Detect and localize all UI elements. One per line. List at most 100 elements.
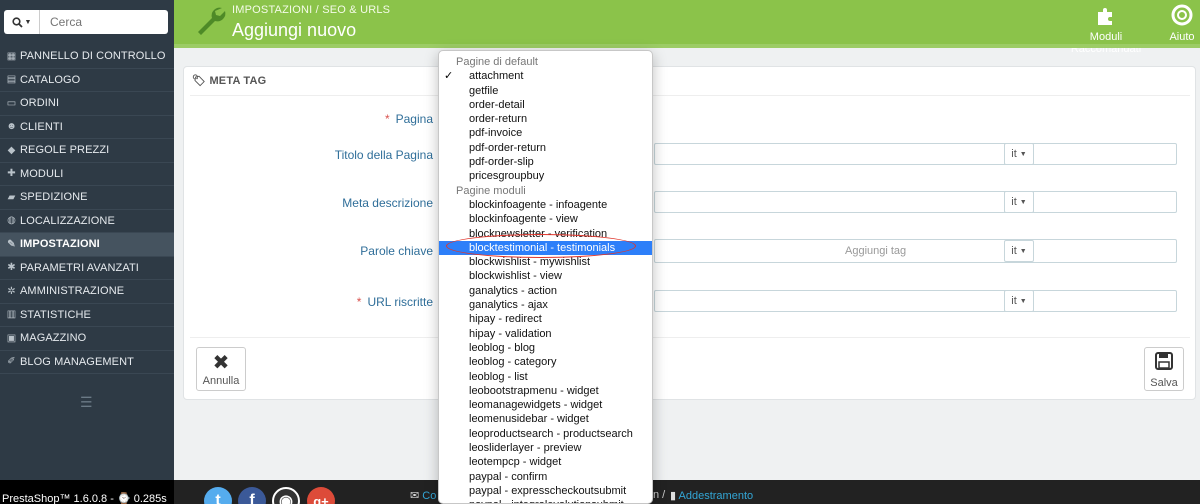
url-input[interactable] xyxy=(654,290,1177,312)
dropdown-option[interactable]: blockinfoagente - infoagente xyxy=(439,198,652,212)
tags-icon: ◆ xyxy=(7,144,16,156)
dropdown-option[interactable]: order-detail xyxy=(439,98,652,112)
sidebar-item-label: PANNELLO DI CONTROLLO xyxy=(20,50,166,63)
description-language-select[interactable]: it ▼ xyxy=(1004,191,1034,213)
dropdown-option[interactable]: paypal - expresscheckoutsubmit xyxy=(439,484,652,498)
sidebar-item-catalogo[interactable]: ▤ CATALOGO xyxy=(0,69,174,92)
chart-icon: ▥ xyxy=(6,309,17,321)
dropdown-option[interactable]: blocktestimonial - testimonials xyxy=(439,240,652,256)
sidebar-item-clienti[interactable]: ☻ CLIENTI xyxy=(0,116,174,139)
description-input[interactable] xyxy=(654,191,1177,213)
dropdown-option[interactable]: hipay - validation xyxy=(439,327,652,341)
dropdown-option[interactable]: pdf-order-return xyxy=(439,141,652,155)
keywords-input[interactable]: Aggiungi tag xyxy=(654,239,1177,263)
sidebar-item-ordini[interactable]: ▭ ORDINI xyxy=(0,92,174,116)
sidebar-item-pannello-di-controllo[interactable]: ▦ PANNELLO DI CONTROLLO xyxy=(0,45,174,69)
dropdown-option-label: leoblog - blog xyxy=(469,341,536,354)
dropdown-option-label: blockinfoagente - view xyxy=(469,213,578,226)
cancel-button[interactable]: ✖ Annulla xyxy=(196,347,246,391)
save-button[interactable]: Salva xyxy=(1144,347,1184,391)
sidebar: ▼ ▦PANNELLO DI CONTROLLO▤CATALOGO▭ORDINI… xyxy=(0,0,174,504)
sidebar-item-magazzino[interactable]: ▣ MAGAZZINO xyxy=(0,327,174,351)
dropdown-option[interactable]: paypal - integralevolutionsubmit xyxy=(439,498,652,503)
panel-heading: 🏷︎ META TAG xyxy=(192,74,266,87)
dropdown-option-label: leomenusidebar - widget xyxy=(469,413,589,426)
sidebar-item-regole-prezzi[interactable]: ◆ REGOLE PREZZI xyxy=(0,139,174,163)
wrench-icon xyxy=(194,4,228,46)
dropdown-option-label: leoproductsearch - productsearch xyxy=(469,427,633,440)
search-input[interactable] xyxy=(40,11,160,33)
building-icon: ▣ xyxy=(6,332,17,344)
breadcrumb[interactable]: IMPOSTAZIONI / SEO & URLS xyxy=(232,4,390,16)
page-select-dropdown[interactable]: Pagine di default ✓ attachment getfile order… xyxy=(438,50,653,504)
dropdown-option[interactable]: leosliderlayer - preview xyxy=(439,441,652,455)
help-button[interactable]: Aiuto xyxy=(1164,4,1200,43)
title-language-select[interactable]: it ▼ xyxy=(1004,143,1034,165)
collapse-menu-icon[interactable]: ☰ xyxy=(80,394,93,411)
sidebar-item-spedizione[interactable]: ▰ SPEDIZIONE xyxy=(0,186,174,210)
dropdown-option-label: order-return xyxy=(469,113,528,126)
dropdown-option[interactable]: ✓ attachment xyxy=(439,69,652,83)
caret-icon: ▼ xyxy=(1019,150,1027,158)
search-button[interactable]: ▼ xyxy=(4,10,40,34)
dropdown-option[interactable]: hipay - redirect xyxy=(439,312,652,326)
dropdown-option[interactable]: leoproductsearch - productsearch xyxy=(439,427,652,441)
dropdown-option[interactable]: blockwishlist - mywishlist xyxy=(439,255,652,269)
caret-icon: ▼ xyxy=(1019,297,1027,305)
meta-tag-panel: 🏷︎ META TAG * Pagina Titolo della Pagina … xyxy=(183,66,1196,400)
sidebar-item-parametri-avanzati[interactable]: ✱ PARAMETRI AVANZATI xyxy=(0,257,174,280)
cancel-label: Annulla xyxy=(202,375,240,387)
url-label: * URL riscritte xyxy=(356,295,433,309)
dropdown-option[interactable]: paypal - confirm xyxy=(439,470,652,484)
sidebar-item-label: AMMINISTRAZIONE xyxy=(20,285,125,298)
dropdown-option-label: blockwishlist - view xyxy=(469,270,562,283)
sidebar-item-moduli[interactable]: ✚ MODULI xyxy=(0,163,174,186)
url-language-select[interactable]: it ▼ xyxy=(1004,290,1034,312)
dropdown-option-label: ganalytics - ajax xyxy=(469,299,548,312)
dropdown-option-label: pdf-invoice xyxy=(469,127,523,140)
dropdown-option[interactable]: blockinfoagente - view xyxy=(439,212,652,226)
dropdown-option[interactable]: leomanagewidgets - widget xyxy=(439,398,652,412)
dropdown-option-label: leosliderlayer - preview xyxy=(469,442,582,455)
sidebar-item-label: SPEDIZIONE xyxy=(20,191,88,204)
dropdown-option-label: pdf-order-slip xyxy=(469,156,534,169)
sidebar-item-statistiche[interactable]: ▥ STATISTICHE xyxy=(0,304,174,327)
option-group-label: Pagine di default xyxy=(456,56,538,68)
sidebar-item-label: STATISTICHE xyxy=(20,308,91,321)
keywords-label: Parole chiave xyxy=(360,244,433,258)
dropdown-option[interactable]: pdf-order-slip xyxy=(439,155,652,169)
keywords-language-select[interactable]: it ▼ xyxy=(1004,240,1034,262)
dropdown-option[interactable]: pdf-invoice xyxy=(439,126,652,140)
header-strip xyxy=(174,44,1200,48)
dropdown-option[interactable]: leoblog - category xyxy=(439,355,652,369)
sidebar-item-impostazioni[interactable]: ✎ IMPOSTAZIONI xyxy=(0,233,174,257)
dropdown-option[interactable]: leoblog - list xyxy=(439,370,652,384)
dropdown-option[interactable]: order-return xyxy=(439,112,652,126)
title-input[interactable] xyxy=(654,143,1177,165)
title-label: Titolo della Pagina xyxy=(334,148,433,162)
sidebar-item-label: MODULI xyxy=(20,167,64,180)
dropdown-option[interactable]: getfile xyxy=(439,84,652,98)
sidebar-item-localizzazione[interactable]: ◍ LOCALIZZAZIONE xyxy=(0,210,174,233)
dropdown-option[interactable]: ganalytics - action xyxy=(439,284,652,298)
dropdown-option[interactable]: leomenusidebar - widget xyxy=(439,412,652,426)
sidebar-item-label: CATALOGO xyxy=(20,73,81,86)
dropdown-option-label: blockinfoagente - infoagente xyxy=(469,198,608,211)
dropdown-option[interactable]: blockwishlist - view xyxy=(439,269,652,283)
version-footer: PrestaShop™ 1.6.0.8 - ⌚ 0.285s xyxy=(0,480,174,504)
chevron-down-icon: ▼ xyxy=(24,18,32,26)
sidebar-item-blog-management[interactable]: ✐ BLOG MANAGEMENT xyxy=(0,351,174,374)
contact-link[interactable]: ✉ Co xyxy=(410,489,436,502)
sidebar-item-label: CLIENTI xyxy=(20,120,63,133)
dropdown-option[interactable]: leotempcp - widget xyxy=(439,455,652,469)
dropdown-option[interactable]: leobootstrapmenu - widget xyxy=(439,384,652,398)
sidebar-item-amministrazione[interactable]: ✲ AMMINISTRAZIONE xyxy=(0,280,174,304)
dropdown-option[interactable]: ganalytics - ajax xyxy=(439,298,652,312)
search-icon xyxy=(11,16,23,28)
dropdown-option[interactable]: leoblog - blog xyxy=(439,341,652,355)
dropdown-option[interactable]: pricesgroupbuy xyxy=(439,169,652,183)
book-icon: ▤ xyxy=(6,74,17,86)
page-title: Aggiungi nuovo xyxy=(232,20,357,40)
training-link[interactable]: ▮ Addestramento xyxy=(670,489,753,502)
dropdown-option[interactable]: blocknewsletter - verification xyxy=(439,227,652,241)
